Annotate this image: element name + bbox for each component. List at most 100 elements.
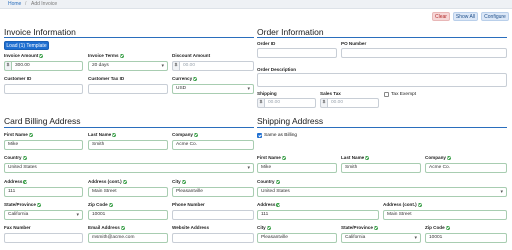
top-bar (0, 0, 512, 9)
shipping-last-name-label: Last Name (341, 155, 370, 160)
billing-email-input[interactable]: msmith@acme.com (88, 233, 168, 243)
discount-amount-label: Discount Amount (172, 53, 211, 58)
check-circle-icon (119, 53, 124, 58)
billing-last-name-input[interactable]: Smith (88, 140, 168, 150)
billing-state-label: State/Province (4, 202, 41, 207)
shipping-prefix: $ (257, 98, 264, 108)
check-circle-icon (417, 202, 422, 207)
invoice-amount-input[interactable]: 300.00 (11, 61, 83, 71)
breadcrumb-home[interactable]: Home (8, 1, 21, 7)
currency-select[interactable]: USD (172, 84, 254, 94)
clear-button[interactable]: Clear (432, 12, 450, 21)
billing-address-cont-label: Address (cont.) (88, 179, 127, 184)
shipping-input[interactable]: 00.00 (264, 98, 316, 108)
check-circle-icon (112, 132, 117, 137)
shipping-first-name-input[interactable]: Mike (257, 163, 337, 173)
billing-website-label: Website Address (172, 225, 210, 230)
shipping-zip-label: Zip Code (425, 225, 450, 230)
customer-tax-id-label: Customer Tax ID (88, 76, 125, 81)
po-number-label: PO Number (341, 41, 367, 46)
billing-fax-input[interactable] (4, 233, 83, 243)
shipping-last-name-input[interactable]: Smith (341, 163, 421, 173)
check-circle-icon (122, 179, 127, 184)
configure-button[interactable]: Configure (481, 12, 509, 21)
shipping-city-input[interactable]: Pleasantville (257, 233, 337, 243)
tax-exempt-checkbox[interactable] (384, 92, 389, 97)
shipping-address-label: Address (257, 202, 281, 207)
customer-tax-id-input[interactable] (88, 84, 168, 94)
billing-state-select[interactable]: California (4, 210, 83, 220)
billing-country-label: Country (4, 155, 27, 160)
shipping-state-select[interactable]: California (341, 233, 421, 243)
billing-address-cont-input[interactable]: Main Street (88, 187, 168, 197)
check-circle-icon (446, 155, 451, 160)
shipping-first-name-label: First Name (257, 155, 286, 160)
check-circle-icon (266, 225, 271, 230)
check-circle-icon (276, 202, 281, 207)
same-as-billing-label: Same as Billing (264, 133, 298, 138)
billing-phone-label: Phone Number (172, 202, 205, 207)
discount-amount-prefix: $ (172, 61, 179, 71)
breadcrumb-current: Add Invoice (31, 1, 58, 7)
billing-phone-input[interactable] (172, 210, 254, 220)
currency-label: Currency (172, 76, 198, 81)
billing-first-name-label: First Name (4, 132, 33, 137)
billing-city-label: City (172, 179, 186, 184)
shipping-company-label: Company (425, 155, 451, 160)
po-number-input[interactable] (341, 48, 507, 58)
check-circle-icon (275, 179, 280, 184)
billing-zip-input[interactable]: 10001 (88, 210, 168, 220)
check-circle-icon (22, 155, 27, 160)
check-circle-icon (28, 132, 33, 137)
load-template-button[interactable]: Load (1) Template (4, 41, 49, 50)
shipping-state-label: State/Province (341, 225, 378, 230)
check-circle-icon (39, 53, 44, 58)
billing-first-name-input[interactable]: Mike (4, 140, 83, 150)
sales-tax-input[interactable]: 00.00 (327, 98, 379, 108)
order-info-rule (257, 37, 507, 38)
invoice-info-rule (4, 37, 254, 38)
billing-city-input[interactable]: Pleasantville (172, 187, 254, 197)
discount-amount-input[interactable]: 00.00 (179, 61, 254, 71)
invoice-terms-select[interactable]: 20 days (88, 61, 168, 71)
sales-tax-prefix: $ (320, 98, 327, 108)
billing-country-select[interactable]: United States (4, 163, 254, 173)
check-circle-icon (445, 225, 450, 230)
billing-email-label: Email Address (88, 225, 125, 230)
customer-id-label: Customer ID (4, 76, 32, 81)
shipping-company-input[interactable]: Acme Co. (425, 163, 507, 173)
tax-exempt-label: Tax Exempt (391, 92, 417, 97)
shipping-address-cont-label: Address (cont.) (383, 202, 422, 207)
check-circle-icon (36, 202, 41, 207)
shipping-address-cont-input[interactable]: Main Street (383, 210, 507, 220)
billing-fax-label: Fax Number (4, 225, 31, 230)
check-circle-icon (181, 179, 186, 184)
shipping-address-title: Shipping Address (257, 116, 324, 126)
check-circle-icon (23, 179, 28, 184)
billing-address-label: Address (4, 179, 28, 184)
billing-website-input[interactable] (172, 233, 254, 243)
check-circle-icon (365, 155, 370, 160)
invoice-amount-prefix: $ (4, 61, 11, 71)
check-circle-icon (108, 202, 113, 207)
shipping-zip-input[interactable]: 10001 (425, 233, 507, 243)
shipping-address-rule (257, 127, 507, 128)
check-circle-icon (120, 225, 125, 230)
shipping-country-select[interactable]: United States (257, 187, 507, 197)
shipping-address-input[interactable]: 111 (257, 210, 379, 220)
billing-company-input[interactable]: Acme Co. (172, 140, 254, 150)
order-description-label: Order Description (257, 67, 297, 72)
customer-id-input[interactable] (4, 84, 83, 94)
billing-last-name-label: Last Name (88, 132, 117, 137)
billing-zip-label: Zip Code (88, 202, 113, 207)
same-as-billing-checkbox[interactable] (257, 133, 262, 138)
order-id-label: Order ID (257, 41, 276, 46)
order-description-textarea[interactable] (257, 73, 507, 87)
billing-rule (4, 127, 254, 128)
shipping-label: Shipping (257, 91, 277, 96)
billing-title: Card Billing Address (4, 116, 81, 126)
billing-address-input[interactable]: 111 (4, 187, 83, 197)
order-id-input[interactable] (257, 48, 337, 58)
check-circle-icon (193, 132, 198, 137)
show-all-button[interactable]: Show All (453, 12, 478, 21)
